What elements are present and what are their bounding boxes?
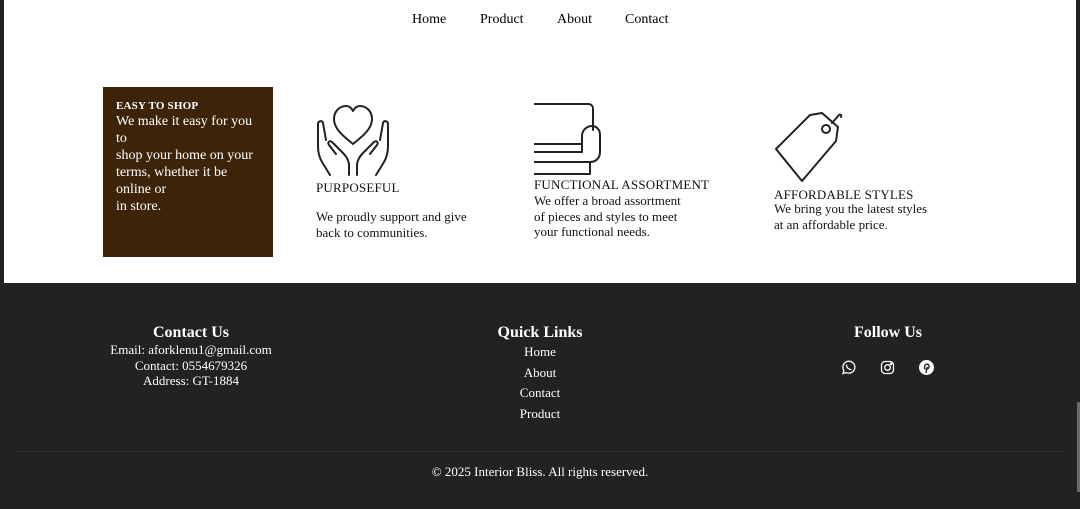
- feature-title: FUNCTIONAL ASSORTMENT: [534, 177, 710, 192]
- follow-heading: Follow Us: [854, 324, 922, 341]
- contact-address: Address: GT-1884: [143, 373, 239, 388]
- footer-quick-links: Quick Links Home About Contact Product: [480, 324, 600, 424]
- footer-link-home[interactable]: Home: [480, 342, 600, 363]
- easy-to-shop-card: EASY TO SHOP We make it easy for you to …: [103, 87, 273, 257]
- easy-to-shop-title: EASY TO SHOP: [116, 100, 199, 112]
- whatsapp-icon[interactable]: [840, 359, 857, 376]
- footer-link-about[interactable]: About: [480, 363, 600, 384]
- footer-divider: [18, 451, 1062, 452]
- contact-email: Email: aforklenu1@gmail.com: [110, 342, 272, 357]
- nav-home-link[interactable]: Home: [412, 12, 446, 28]
- footer-link-product[interactable]: Product: [480, 404, 600, 425]
- pinterest-icon[interactable]: [918, 359, 935, 376]
- feature-functional-assortment: FUNCTIONAL ASSORTMENT We offer a broad a…: [534, 102, 709, 240]
- easy-to-shop-text: We make it easy for you to shop your hom…: [116, 114, 253, 214]
- contact-heading: Contact Us: [153, 324, 229, 341]
- feature-purposeful: PURPOSEFUL We proudly support and give b…: [316, 102, 467, 240]
- main-content: Home Product About Contact EASY TO SHOP …: [4, 0, 1076, 283]
- instagram-icon[interactable]: [879, 359, 896, 376]
- nav-about-link[interactable]: About: [557, 12, 592, 28]
- copyright-text: © 2025 Interior Bliss. All rights reserv…: [431, 464, 649, 479]
- heart-hands-icon: [317, 105, 389, 176]
- feature-text: We proudly support and give back to comm…: [316, 209, 467, 240]
- nav-contact-link[interactable]: Contact: [625, 12, 669, 28]
- contact-phone: Contact: 0554679326: [134, 357, 248, 373]
- footer-follow: Follow Us: [838, 324, 938, 342]
- footer-link-contact[interactable]: Contact: [480, 383, 600, 404]
- sofa-icon: [534, 103, 601, 175]
- feature-affordable-styles: AFFORDABLE STYLES We bring you the lates…: [774, 111, 927, 232]
- nav-product-link[interactable]: Product: [480, 12, 524, 28]
- social-icons: [840, 359, 935, 376]
- price-tag-icon: [775, 112, 843, 182]
- footer-contact: Contact Us Email: aforklenu1@gmail.com C…: [101, 324, 281, 389]
- top-nav: Home Product About Contact: [4, 12, 1076, 32]
- site-footer: Contact Us Email: aforklenu1@gmail.com C…: [4, 283, 1076, 509]
- quick-links-heading: Quick Links: [497, 324, 583, 341]
- feature-title: PURPOSEFUL: [316, 180, 400, 195]
- feature-text: We offer a broad assortment of pieces an…: [534, 193, 681, 239]
- feature-text: We bring you the latest styles at an aff…: [774, 201, 928, 232]
